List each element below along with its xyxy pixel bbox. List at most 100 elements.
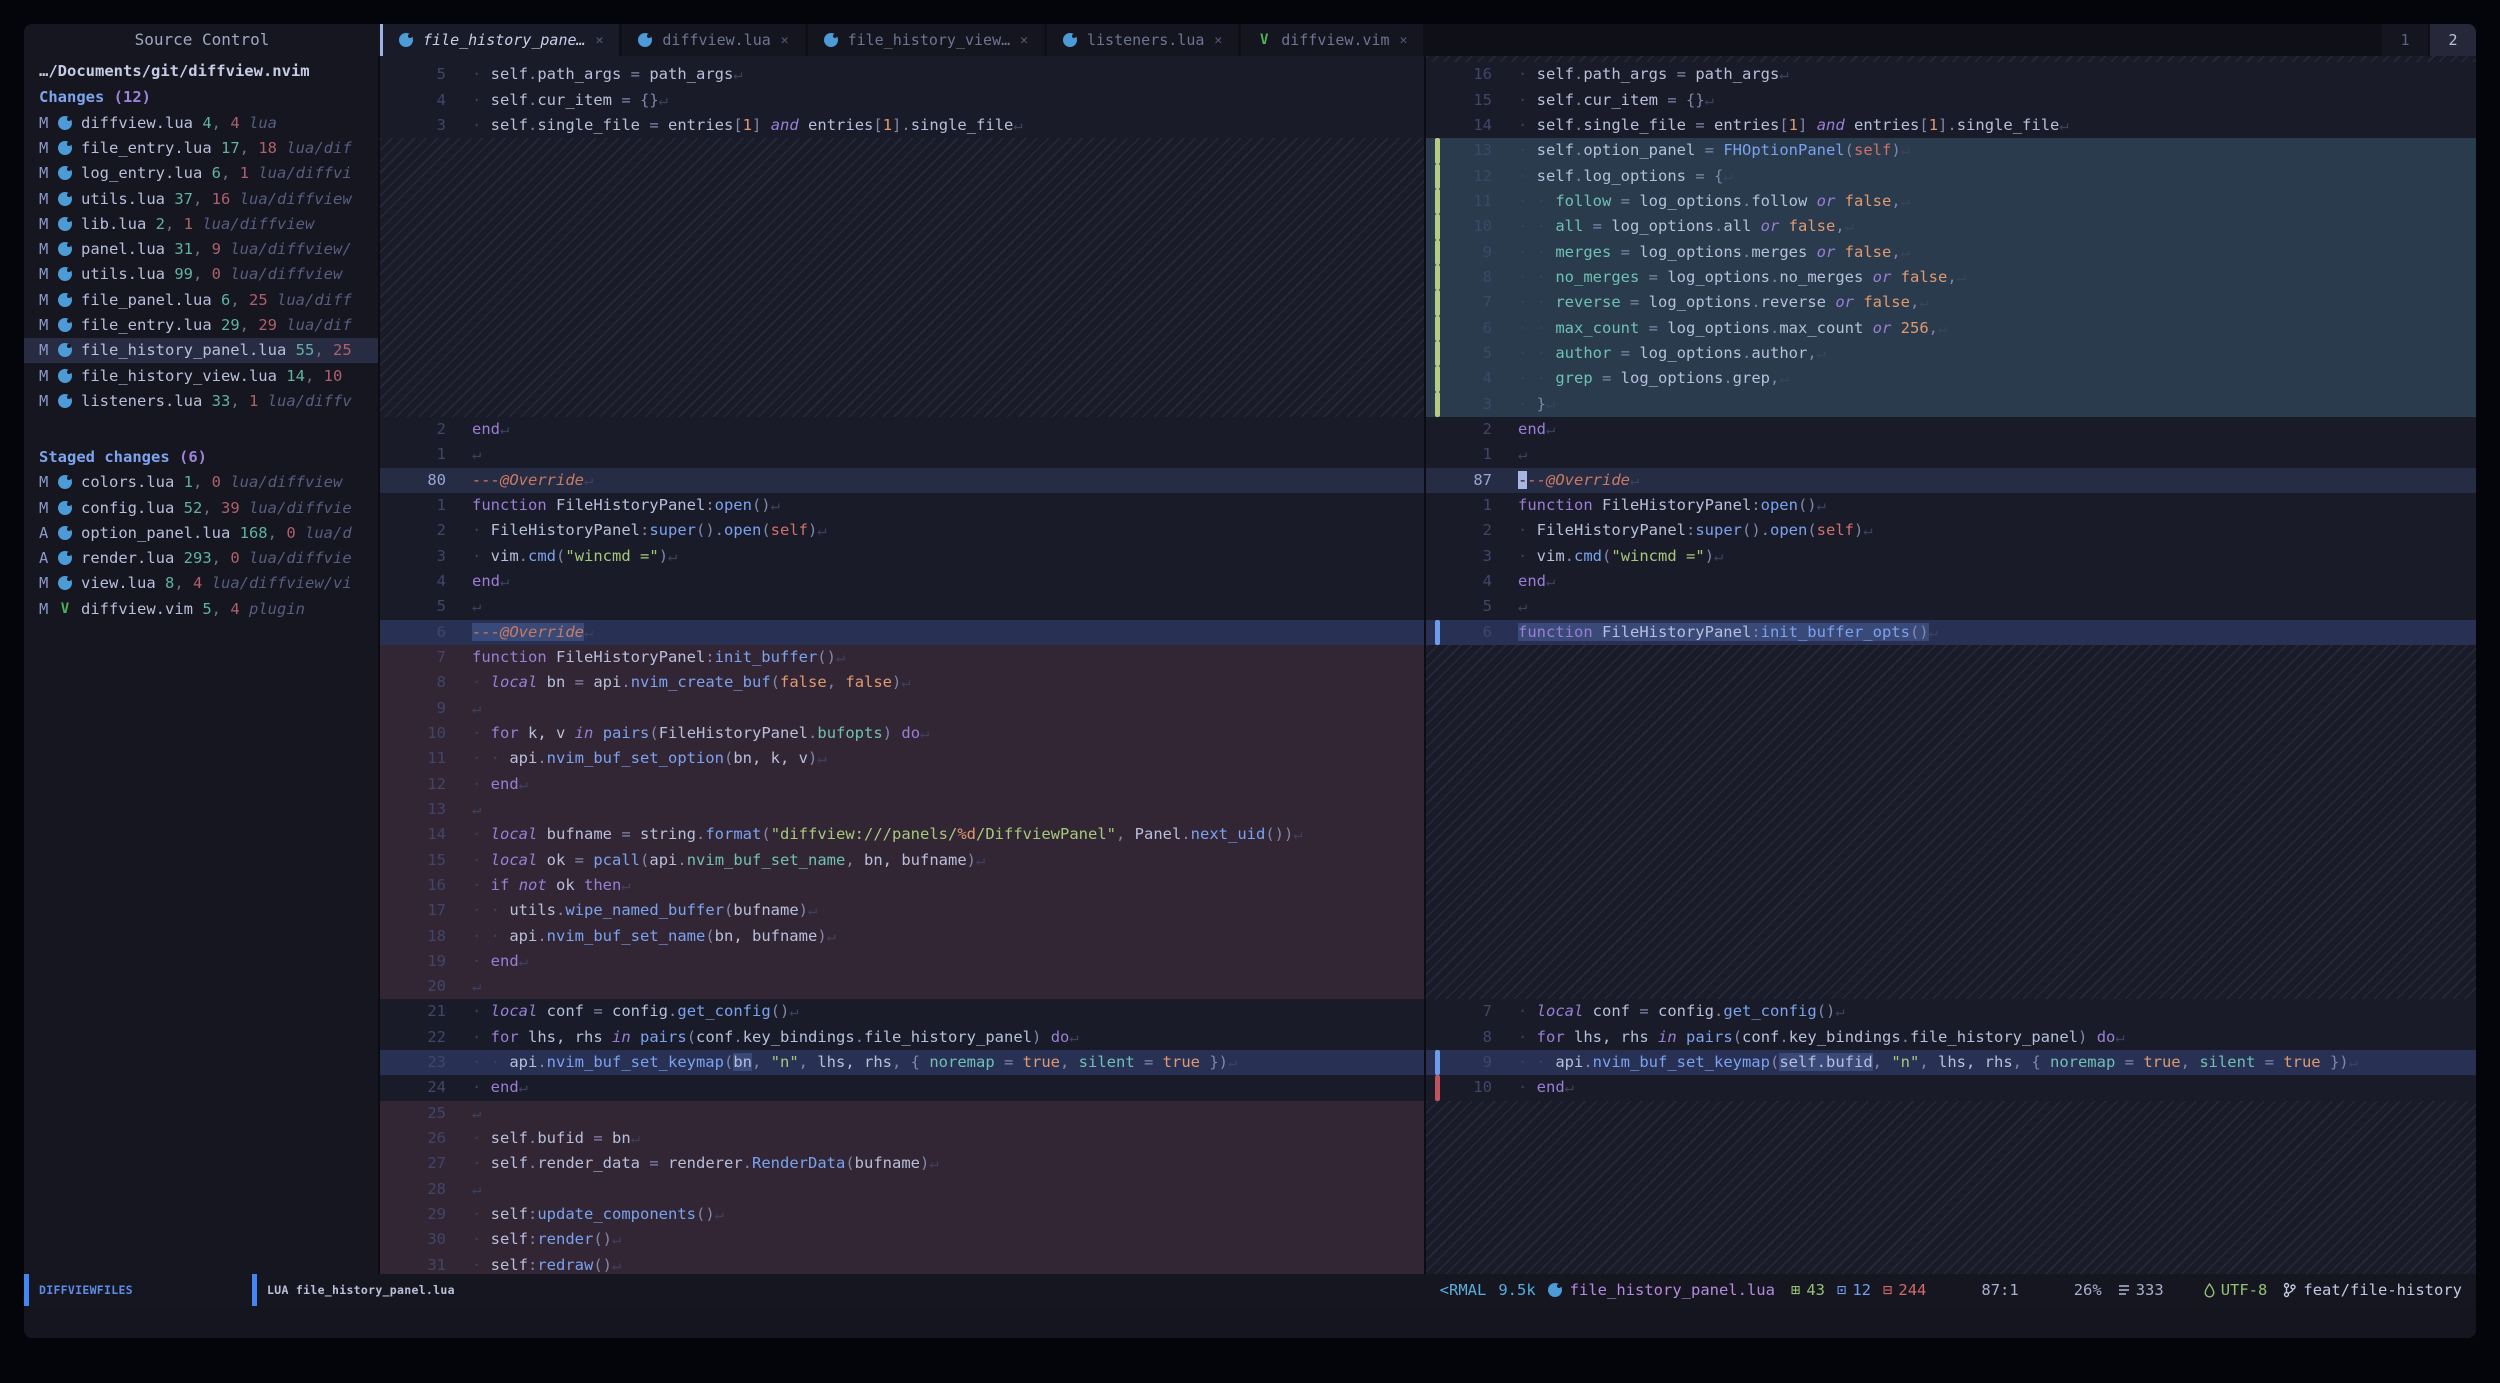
- code-line[interactable]: 28 ↵: [380, 1176, 1424, 1203]
- file-item[interactable]: Mconfig.lua 52, 39 lua/diffvie: [24, 495, 378, 520]
- file-item[interactable]: Mview.lua 8, 4 lua/diffview/vi: [24, 571, 378, 596]
- file-item[interactable]: Mdiffview.lua 4, 4 lua: [24, 110, 378, 135]
- tab-diffview-lua[interactable]: diffview.lua ✕: [622, 24, 805, 56]
- code-line[interactable]: 9 · · merges = log_options.merges or fals…: [1426, 239, 2476, 266]
- code-line[interactable]: 1 ↵: [1426, 442, 2476, 467]
- code-line[interactable]: 25 ↵: [380, 1100, 1424, 1127]
- code-line[interactable]: 12 · end↵: [380, 771, 1424, 797]
- file-item[interactable]: Mfile_entry.lua 29, 29 lua/dif: [24, 312, 378, 337]
- file-item[interactable]: Mfile_panel.lua 6, 25 lua/diff: [24, 287, 378, 312]
- command-line[interactable]: [24, 1306, 2476, 1338]
- tab-file_history_view-[interactable]: file_history_view… ✕: [807, 24, 1044, 56]
- code-line[interactable]: 2 · FileHistoryPanel:super().open(self)↵: [1426, 518, 2476, 543]
- staged-section-header[interactable]: Staged changes (6): [24, 444, 378, 470]
- file-item[interactable]: Mpanel.lua 31, 9 lua/diffview/: [24, 236, 378, 261]
- code-line[interactable]: 5 ↵: [1426, 594, 2476, 619]
- code-line[interactable]: 18 · · api.nvim_buf_set_name(bn, bufname)…: [380, 923, 1424, 949]
- code-line[interactable]: 3 · self.single_file = entries[1] and ent…: [380, 113, 1424, 138]
- code-line[interactable]: 22 · for lhs, rhs in pairs(conf.key_bindi…: [380, 1025, 1424, 1050]
- code-line[interactable]: 80 ---@Override↵: [380, 467, 1424, 493]
- code-line[interactable]: 7 · · reverse = log_options.reverse or fa…: [1426, 290, 2476, 316]
- code-line[interactable]: 14 · local bufname = string.format("diffv…: [380, 822, 1424, 848]
- code-line[interactable]: 1 function FileHistoryPanel:open()↵: [380, 493, 1424, 518]
- code-line[interactable]: 10 · end↵: [1426, 1075, 2476, 1102]
- file-item[interactable]: M Vdiffview.vim 5, 4 plugin: [24, 596, 378, 621]
- code-line[interactable]: 16 · if not ok then↵: [380, 872, 1424, 899]
- code-line[interactable]: 12 · self.log_options = {↵: [1426, 163, 2476, 190]
- file-item[interactable]: Mlib.lua 2, 1 lua/diffview: [24, 211, 378, 236]
- code-line[interactable]: 4 end↵: [380, 569, 1424, 594]
- file-item[interactable]: Mcolors.lua 1, 0 lua/diffview: [24, 470, 378, 495]
- code-line[interactable]: 7 function FileHistoryPanel:init_buffer()…: [380, 644, 1424, 671]
- code-line[interactable]: 29 · self:update_components()↵: [380, 1202, 1424, 1228]
- code-line[interactable]: 30 · self:render()↵: [380, 1227, 1424, 1253]
- code-line[interactable]: 6 function FileHistoryPanel:init_buffer_o…: [1426, 619, 2476, 646]
- code-line[interactable]: 3 · vim.cmd("wincmd =")↵: [1426, 544, 2476, 569]
- tabpage-2[interactable]: 2: [2430, 24, 2476, 56]
- tab-close-icon[interactable]: ✕: [596, 33, 604, 48]
- code-line[interactable]: 20 ↵: [380, 974, 1424, 1000]
- file-item[interactable]: Mfile_entry.lua 17, 18 lua/dif: [24, 135, 378, 160]
- tab-file_history_pane-[interactable]: file_history_pane… ✕: [380, 24, 620, 56]
- file-item[interactable]: Mlisteners.lua 33, 1 lua/diffv: [24, 388, 378, 413]
- file-item[interactable]: Mfile_history_view.lua 14, 10: [24, 363, 378, 388]
- tab-close-icon[interactable]: ✕: [1400, 33, 1408, 48]
- code-line[interactable]: 4 · self.cur_item = {}↵: [380, 88, 1424, 113]
- code-line[interactable]: 2 · FileHistoryPanel:super().open(self)↵: [380, 518, 1424, 543]
- code-line[interactable]: 3 · }↵: [1426, 391, 2476, 418]
- code-line[interactable]: 6 ---@Override↵: [380, 619, 1424, 645]
- code-line[interactable]: 14 · self.single_file = entries[1] and en…: [1426, 113, 2476, 138]
- code-line[interactable]: 2 end↵: [1426, 417, 2476, 442]
- file-item[interactable]: Mutils.lua 99, 0 lua/diffview: [24, 262, 378, 287]
- code-line[interactable]: 10 · · all = log_options.all or false,↵: [1426, 214, 2476, 240]
- tab-diffview-vim[interactable]: Vdiffview.vim ✕: [1241, 24, 1424, 56]
- code-line[interactable]: 9 · · api.nvim_buf_set_keymap(self.bufid,…: [1426, 1050, 2476, 1076]
- code-line[interactable]: 5 ↵: [380, 594, 1424, 619]
- code-line[interactable]: 13 ↵: [380, 796, 1424, 823]
- code-line[interactable]: 15 · local ok = pcall(api.nvim_buf_set_na…: [380, 847, 1424, 873]
- code-line[interactable]: 9 ↵: [380, 695, 1424, 721]
- file-item[interactable]: Aoption_panel.lua 168, 0 lua/d: [24, 520, 378, 545]
- code-line[interactable]: 8 · for lhs, rhs in pairs(conf.key_bindin…: [1426, 1025, 2476, 1050]
- changes-section-header[interactable]: Changes (12): [24, 84, 378, 110]
- code-line[interactable]: 23 · · api.nvim_buf_set_keymap(bn, "n", l…: [380, 1050, 1424, 1076]
- code-line[interactable]: 26 · self.bufid = bn↵: [380, 1126, 1424, 1152]
- code-line[interactable]: 4 end↵: [1426, 569, 2476, 594]
- code-line[interactable]: 6 · · max_count = log_options.max_count o…: [1426, 315, 2476, 342]
- code-line[interactable]: 4 · · grep = log_options.grep,↵: [1426, 366, 2476, 392]
- code-line[interactable]: 16 · self.path_args = path_args↵: [1426, 62, 2476, 87]
- code-line[interactable]: 24 · end↵: [380, 1075, 1424, 1100]
- code-line[interactable]: 5 · self.path_args = path_args↵: [380, 62, 1424, 87]
- code-line[interactable]: 17 · · utils.wipe_named_buffer(bufname)↵: [380, 898, 1424, 924]
- file-item[interactable]: Mfile_history_panel.lua 55, 25: [24, 337, 378, 363]
- code-line[interactable]: 3 · vim.cmd("wincmd =")↵: [380, 544, 1424, 569]
- code-line[interactable]: 11 · · follow = log_options.follow or fal…: [1426, 188, 2476, 215]
- tab-listeners-lua[interactable]: listeners.lua ✕: [1046, 24, 1239, 56]
- diff-editor-left[interactable]: 5 · self.path_args = path_args↵ 4 · self.cu…: [380, 56, 1426, 1274]
- diff-editor-right[interactable]: 16 · self.path_args = path_args↵ 15 · self.…: [1426, 56, 2476, 1274]
- file-item[interactable]: Mutils.lua 37, 16 lua/diffview: [24, 186, 378, 211]
- code-line[interactable]: 1 function FileHistoryPanel:open()↵: [1426, 493, 2476, 518]
- code-line[interactable]: 31 · self:redraw()↵: [380, 1252, 1424, 1274]
- code-line[interactable]: 8 · · no_merges = log_options.no_merges o…: [1426, 264, 2476, 291]
- tab-close-icon[interactable]: ✕: [1020, 33, 1028, 48]
- code-line[interactable]: 87 ---@Override↵: [1426, 467, 2476, 493]
- code-line[interactable]: 19 · end↵: [380, 948, 1424, 975]
- tab-close-icon[interactable]: ✕: [1214, 33, 1222, 48]
- code-line[interactable]: 10 · for k, v in pairs(FileHistoryPanel.b…: [380, 720, 1424, 747]
- code-line[interactable]: 11 · · api.nvim_buf_set_option(bn, k, v)↵: [380, 746, 1424, 772]
- code-line[interactable]: 7 · local conf = config.get_config()↵: [1426, 999, 2476, 1024]
- file-item[interactable]: Arender.lua 293, 0 lua/diffvie: [24, 545, 378, 570]
- tabpage-1[interactable]: 1: [2382, 24, 2428, 56]
- source-control-panel[interactable]: …/Documents/git/diffview.nvim Changes (1…: [24, 56, 380, 1274]
- code-line[interactable]: 21 · local conf = config.get_config()↵: [380, 999, 1424, 1024]
- code-line[interactable]: 2 end↵: [380, 417, 1424, 442]
- code-line[interactable]: 5 · · author = log_options.author,↵: [1426, 340, 2476, 367]
- code-line[interactable]: 8 · local bn = api.nvim_create_buf(false,…: [380, 670, 1424, 696]
- code-line[interactable]: 13 · self.option_panel = FHOptionPanel(se…: [1426, 138, 2476, 164]
- code-line[interactable]: 27 · self.render_data = renderer.RenderDa…: [380, 1151, 1424, 1177]
- code-line[interactable]: 15 · self.cur_item = {}↵: [1426, 88, 2476, 113]
- tab-close-icon[interactable]: ✕: [781, 33, 789, 48]
- code-line[interactable]: 1 ↵: [380, 442, 1424, 467]
- file-item[interactable]: Mlog_entry.lua 6, 1 lua/diffvi: [24, 161, 378, 186]
